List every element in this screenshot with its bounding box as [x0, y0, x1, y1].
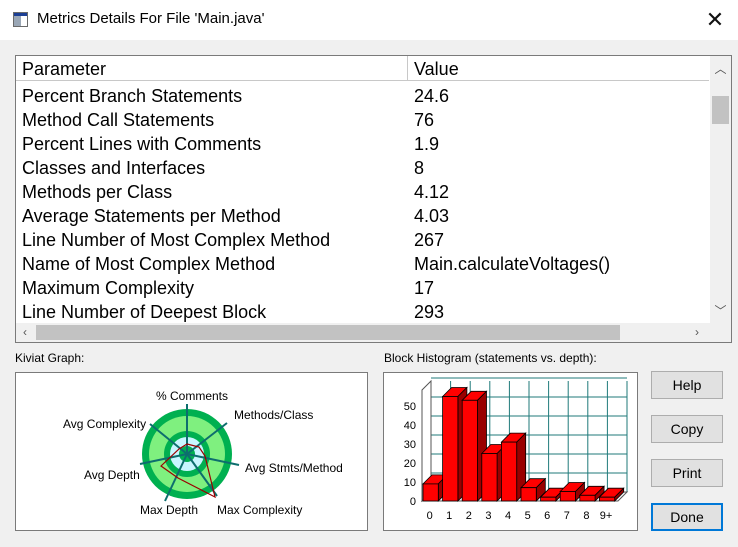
histogram-bar: [481, 453, 498, 502]
value-cell: 293: [414, 302, 445, 322]
y-tick-label: 50: [404, 401, 416, 413]
axis-label-methods-class: Methods/Class: [234, 408, 313, 422]
close-button[interactable]: ✕: [692, 0, 738, 40]
parameter-cell: Maximum Complexity: [22, 278, 195, 298]
parameter-cell: Line Number of Most Complex Method: [22, 230, 331, 250]
window-title: Metrics Details For File 'Main.java': [37, 10, 265, 27]
table-header: Parameter Value: [16, 56, 709, 82]
horizontal-scrollbar[interactable]: ‹ ›: [16, 323, 731, 342]
kiviat-caption: Kiviat Graph:: [15, 351, 85, 365]
block-histogram: 0 10 20 30 40 50 0 1 2 3 4 5 6 7 8 9+: [404, 377, 629, 522]
table-row[interactable]: Methods per Class 4.12: [16, 180, 709, 204]
value-cell: Main.calculateVoltages(): [414, 254, 611, 274]
metrics-table: Parameter Value Percent Branch Statement…: [15, 55, 732, 343]
app-window-icon: [13, 12, 28, 27]
histogram-bar: [442, 396, 459, 502]
x-tick-label: 3: [485, 510, 491, 522]
axis-label-avg-complexity: Avg Complexity: [63, 417, 146, 431]
x-tick-label: 4: [505, 510, 511, 522]
title-bar: Metrics Details For File 'Main.java' ✕: [0, 0, 738, 40]
histogram-bar: [422, 483, 439, 502]
x-tick-label: 1: [446, 510, 452, 522]
parameter-cell: Classes and Interfaces: [22, 158, 206, 178]
parameter-cell: Line Number of Deepest Block: [22, 302, 267, 322]
help-button[interactable]: Help: [651, 371, 723, 399]
scroll-up-icon[interactable]: ︿: [710, 60, 731, 77]
parameter-cell: Average Statements per Method: [22, 206, 281, 226]
value-cell: 17: [414, 278, 435, 298]
histogram-caption: Block Histogram (statements vs. depth):: [384, 351, 597, 365]
parameter-cell: Name of Most Complex Method: [22, 254, 276, 274]
histogram-bar: [501, 441, 518, 502]
table-row[interactable]: Method Call Statements 76: [16, 108, 709, 132]
column-header-value[interactable]: Value: [408, 56, 709, 81]
histogram-bar: [540, 496, 557, 502]
histogram-bar: [520, 487, 537, 502]
y-tick-label: 40: [404, 420, 416, 432]
histogram-panel: 0 10 20 30 40 50 0 1 2 3 4 5 6 7 8 9+: [383, 372, 638, 531]
x-tick-label: 6: [544, 510, 550, 522]
parameter-cell: Percent Branch Statements: [22, 86, 243, 106]
done-button[interactable]: Done: [651, 503, 723, 531]
table-row[interactable]: Maximum Complexity 17: [16, 276, 709, 300]
table-row[interactable]: Percent Branch Statements 24.6: [16, 84, 709, 108]
axis-label-max-depth: Max Depth: [140, 503, 198, 517]
scroll-right-icon[interactable]: ›: [688, 325, 706, 339]
table-row[interactable]: Classes and Interfaces 8: [16, 156, 709, 180]
horizontal-scroll-thumb[interactable]: [36, 325, 620, 340]
histogram-bar: [579, 494, 596, 502]
x-tick-label: 9+: [600, 510, 613, 522]
value-cell: 4.03: [414, 206, 450, 226]
y-tick-label: 10: [404, 477, 416, 489]
value-cell: 1.9: [414, 134, 440, 154]
value-cell: 267: [414, 230, 445, 250]
histogram-bar: [559, 491, 576, 502]
axis-label-avg-stmts: Avg Stmts/Method: [245, 461, 343, 475]
y-tick-label: 20: [404, 458, 416, 470]
table-row[interactable]: Average Statements per Method 4.03: [16, 204, 709, 228]
print-button[interactable]: Print: [651, 459, 723, 487]
copy-button[interactable]: Copy: [651, 415, 723, 443]
table-body: Percent Branch Statements 24.6 Method Call…: [16, 84, 709, 322]
histogram-bar: [598, 496, 616, 502]
parameter-cell: Methods per Class: [22, 182, 173, 202]
kiviat-graph-panel: % Comments Methods/Class Avg Stmts/Metho…: [15, 372, 368, 531]
x-tick-label: 8: [583, 510, 589, 522]
kiviat-graph: % Comments Methods/Class Avg Stmts/Metho…: [63, 389, 343, 517]
parameter-cell: Percent Lines with Comments: [22, 134, 262, 154]
y-tick-label: 30: [404, 439, 416, 451]
x-tick-label: 0: [427, 510, 433, 522]
value-cell: 24.6: [414, 86, 450, 106]
y-tick-label: 0: [410, 496, 416, 508]
x-tick-label: 2: [466, 510, 472, 522]
x-tick-label: 5: [525, 510, 531, 522]
value-cell: 76: [414, 110, 435, 130]
column-header-parameter[interactable]: Parameter: [16, 56, 408, 81]
table-row[interactable]: Line Number of Most Complex Method 267: [16, 228, 709, 252]
value-cell: 4.12: [414, 182, 450, 202]
histogram-bar: [461, 399, 478, 502]
axis-label-comments: % Comments: [156, 389, 228, 403]
scroll-left-icon[interactable]: ‹: [16, 325, 34, 339]
axis-label-max-complexity: Max Complexity: [217, 503, 302, 517]
x-tick-label: 7: [564, 510, 570, 522]
vertical-scroll-thumb[interactable]: [712, 96, 729, 124]
axis-label-avg-depth: Avg Depth: [84, 468, 140, 482]
value-cell: 8: [414, 158, 425, 178]
parameter-cell: Method Call Statements: [22, 110, 215, 130]
table-row[interactable]: Line Number of Deepest Block 293: [16, 300, 709, 322]
table-row[interactable]: Percent Lines with Comments 1.9: [16, 132, 709, 156]
scroll-down-icon[interactable]: ﹀: [710, 302, 731, 319]
vertical-scrollbar[interactable]: ︿ ﹀: [710, 56, 731, 324]
table-row[interactable]: Name of Most Complex Method Main.calculat…: [16, 252, 709, 276]
close-icon: ✕: [705, 7, 725, 32]
